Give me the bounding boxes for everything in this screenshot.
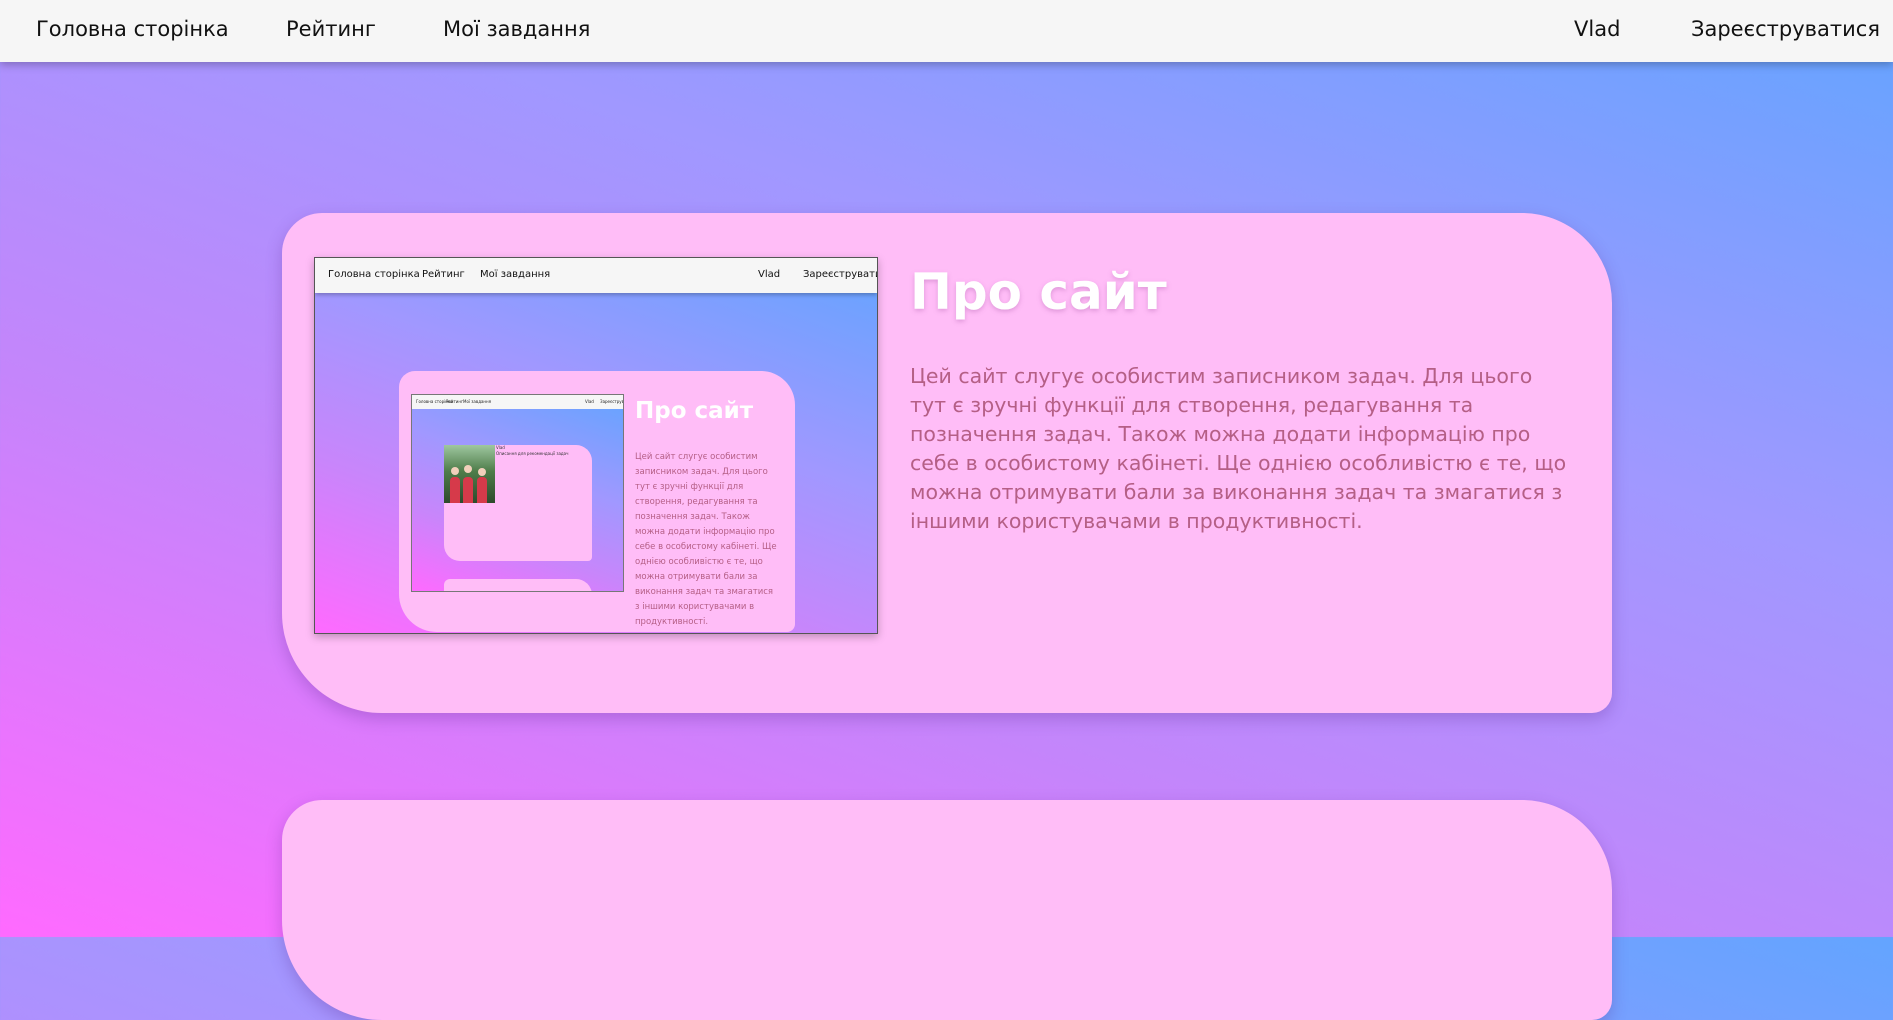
nested-profile-card: Vlad Описання для рекомендації задач (444, 445, 592, 561)
preview-about-card: Головна сторінка Рейтинг Мої завдання Vl… (399, 371, 795, 632)
preview-navigation: Головна сторінка Рейтинг Мої завдання Vl… (315, 258, 877, 293)
nested-nav-user: Vlad (585, 399, 594, 404)
site-screenshot-preview: Головна сторінка Рейтинг Мої завдання Vl… (314, 257, 878, 634)
nested-screenshot-preview: Головна сторінка Рейтинг Мої завдання Vl… (411, 394, 624, 592)
second-card (282, 800, 1612, 1020)
nav-user-link[interactable]: Vlad (1574, 17, 1620, 41)
nav-rating-link[interactable]: Рейтинг (286, 17, 376, 41)
about-description: Цей сайт слугує особистим записником зад… (910, 364, 1567, 533)
nav-tasks-link[interactable]: Мої завдання (443, 17, 590, 41)
nested-nav-rating: Рейтинг (446, 399, 464, 404)
preview-nav-tasks: Мої завдання (480, 269, 551, 280)
preview-nav-rating: Рейтинг (422, 269, 465, 280)
profile-photo (444, 445, 495, 503)
nav-home-link[interactable]: Головна сторінка (36, 17, 229, 41)
nested-nav-tasks: Мої завдання (463, 399, 492, 404)
about-card: Головна сторінка Рейтинг Мої завдання Vl… (282, 213, 1612, 713)
about-title: Про сайт (910, 263, 1167, 321)
preview-about-title: Про сайт (635, 398, 754, 424)
profile-caption: Vlad Описання для рекомендації задач (496, 445, 569, 456)
preview-nav-user: Vlad (758, 269, 781, 280)
nested-preview-navigation: Головна сторінка Рейтинг Мої завдання Vl… (412, 395, 623, 409)
preview-nav-register: Зареєструватися (803, 269, 877, 280)
top-navigation: Головна сторінка Рейтинг Мої завдання Vl… (0, 0, 1893, 62)
preview-nav-home: Головна сторінка (328, 269, 420, 280)
nested-nav-register: Зареєструватися (600, 399, 624, 404)
preview-about-text: Цей сайт слугує особистим записником зад… (635, 452, 777, 627)
nested-second-card (444, 579, 592, 591)
nav-register-link[interactable]: Зареєструватися (1691, 17, 1880, 41)
